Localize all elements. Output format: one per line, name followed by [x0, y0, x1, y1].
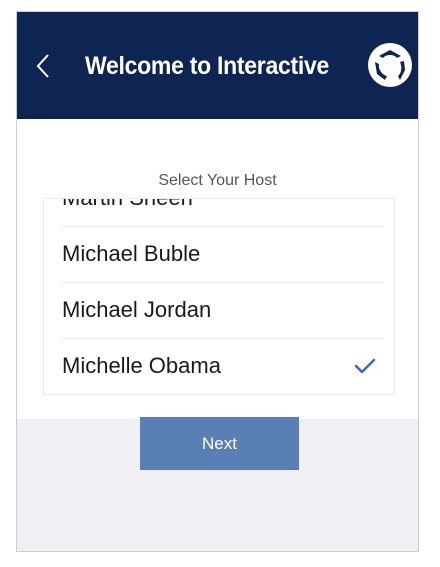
host-option-martin-sheen[interactable]: Martin Sheen	[44, 199, 394, 227]
content-area: Select Your Host Martin Sheen Michael Bu…	[17, 119, 418, 419]
checkmark-icon	[354, 358, 376, 374]
circular-arrows-logo-icon	[368, 43, 412, 87]
select-host-label: Select Your Host	[158, 172, 277, 189]
footer-area: Next	[17, 417, 418, 551]
next-button[interactable]: Next	[140, 417, 299, 470]
host-option-label: Martin Sheen	[62, 199, 193, 211]
host-option-michelle-obama[interactable]: Michelle Obama	[44, 339, 394, 394]
header-bar: Welcome to Interactive	[17, 12, 418, 119]
app-screen: Welcome to Interactive Select Your Host …	[16, 11, 419, 552]
host-option-label: Michael Buble	[62, 241, 201, 266]
host-option-label: Michael Jordan	[62, 297, 212, 322]
page-title: Welcome to Interactive	[85, 52, 330, 80]
back-button[interactable]	[31, 48, 55, 84]
host-option-michael-jordan[interactable]: Michael Jordan	[44, 283, 394, 339]
host-picker[interactable]: Martin Sheen Michael Buble Michael Jorda…	[43, 198, 395, 395]
host-option-michael-buble[interactable]: Michael Buble	[44, 227, 394, 283]
chevron-left-icon	[36, 54, 49, 78]
host-option-label: Michelle Obama	[62, 353, 221, 378]
